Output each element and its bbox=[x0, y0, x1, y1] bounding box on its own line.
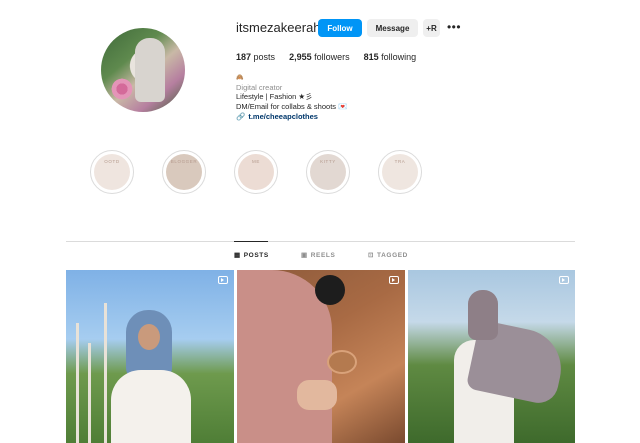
tab-reels-label: REELS bbox=[310, 251, 336, 259]
bio-line-1: Lifestyle | Fashion ★彡 bbox=[236, 92, 313, 101]
message-button[interactable]: Message bbox=[367, 19, 418, 37]
post-pottery bbox=[327, 350, 357, 374]
highlight-tra[interactable]: TRA bbox=[378, 150, 422, 194]
post-thumbnail[interactable] bbox=[237, 270, 405, 443]
highlight-blogger[interactable]: BLOGGER bbox=[162, 150, 206, 194]
highlight-label: TRA bbox=[394, 159, 406, 164]
bio-emoji: 🙈 bbox=[236, 75, 244, 81]
video-icon bbox=[559, 276, 569, 284]
suggested-accounts-button[interactable]: +R bbox=[423, 19, 440, 37]
highlight-label: KITTY bbox=[320, 159, 336, 164]
highlight-label: ME bbox=[252, 159, 260, 164]
tab-reels[interactable]: ▣ REELS bbox=[301, 251, 336, 260]
grid-icon: ▦ bbox=[234, 252, 241, 259]
post-figure-scarf bbox=[468, 290, 498, 340]
highlight-cover: ME bbox=[238, 154, 274, 190]
post-figure-face bbox=[138, 324, 160, 350]
profile-username: itsmezakeerah bbox=[236, 20, 321, 35]
highlight-cover: KITTY bbox=[310, 154, 346, 190]
post-figure-sunglasses bbox=[315, 275, 345, 305]
post-thumbnail[interactable] bbox=[408, 270, 575, 443]
video-icon bbox=[389, 276, 399, 284]
bio-line-2: DM/Email for collabs & shoots 💌 bbox=[236, 102, 348, 111]
link-icon: 🔗 bbox=[236, 112, 246, 121]
bio-category: Digital creator bbox=[236, 83, 283, 92]
tab-posts[interactable]: ▦ POSTS bbox=[234, 251, 269, 260]
highlight-cover: TRA bbox=[382, 154, 418, 190]
highlight-cover: BLOGGER bbox=[166, 154, 202, 190]
post-figure-body bbox=[111, 370, 191, 443]
bio-link[interactable]: 🔗 t.me/cheeapclothes bbox=[236, 112, 318, 121]
more-options-icon[interactable]: ••• bbox=[446, 20, 462, 36]
tagged-icon: ⊡ bbox=[368, 252, 375, 259]
following-label: following bbox=[381, 52, 417, 62]
followers-label: followers bbox=[314, 52, 350, 62]
tree-trunk bbox=[88, 343, 91, 443]
post-figure-hand bbox=[297, 380, 337, 410]
tree-trunk bbox=[104, 303, 107, 443]
tab-posts-label: POSTS bbox=[243, 251, 269, 259]
add-person-icon: +R bbox=[426, 23, 437, 33]
video-icon bbox=[218, 276, 228, 284]
highlight-label: OOTD bbox=[104, 159, 120, 164]
highlight-label: BLOGGER bbox=[170, 159, 198, 164]
tab-tagged[interactable]: ⊡ TAGGED bbox=[368, 251, 408, 260]
following-count: 815 bbox=[363, 52, 379, 62]
highlight-cover: OOTD bbox=[94, 154, 130, 190]
following-stat[interactable]: 815 following bbox=[364, 52, 417, 62]
follow-button[interactable]: Follow bbox=[318, 19, 362, 37]
posts-count: 187 bbox=[236, 52, 252, 62]
highlight-me[interactable]: ME bbox=[234, 150, 278, 194]
post-thumbnail[interactable] bbox=[66, 270, 234, 443]
profile-avatar[interactable] bbox=[101, 28, 185, 112]
active-tab-indicator bbox=[234, 241, 268, 242]
followers-count: 2,955 bbox=[289, 52, 312, 62]
tree-trunk bbox=[76, 323, 79, 443]
highlight-kitty[interactable]: KITTY bbox=[306, 150, 350, 194]
posts-stat: 187 posts bbox=[236, 52, 275, 62]
tabs-divider bbox=[66, 241, 575, 242]
reels-icon: ▣ bbox=[301, 252, 308, 259]
highlight-ootd[interactable]: OOTD bbox=[90, 150, 134, 194]
avatar-figure bbox=[135, 38, 165, 102]
bio-link-text: t.me/cheeapclothes bbox=[248, 112, 318, 121]
tab-tagged-label: TAGGED bbox=[377, 251, 408, 259]
profile-stats: 187 posts 2,955 followers 815 following bbox=[236, 52, 416, 62]
followers-stat[interactable]: 2,955 followers bbox=[289, 52, 350, 62]
posts-label: posts bbox=[253, 52, 276, 62]
avatar-flowers bbox=[107, 78, 137, 100]
